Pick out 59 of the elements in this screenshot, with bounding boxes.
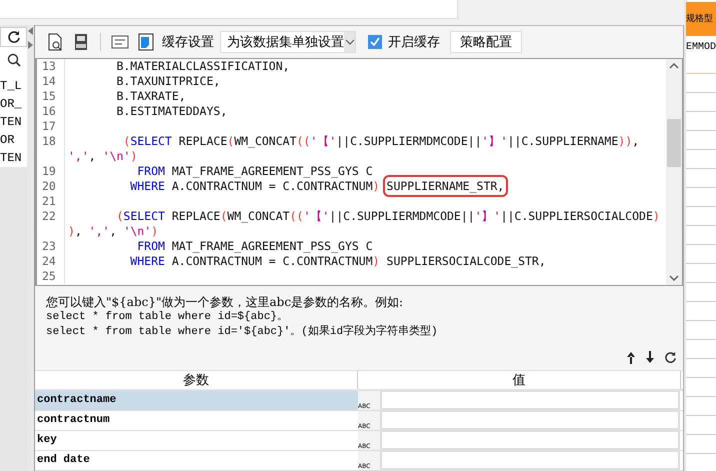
move-down-button[interactable] bbox=[645, 350, 655, 364]
list-item[interactable]: TEN bbox=[0, 149, 27, 167]
scrollbar[interactable] bbox=[666, 58, 682, 286]
caret-icon bbox=[344, 38, 354, 45]
example-text: select * from table where id=${abc}。 bbox=[46, 310, 290, 326]
line-number: 16 bbox=[37, 104, 65, 119]
code-editor[interactable] bbox=[35, 58, 683, 286]
code-line: ',', '\n') bbox=[67, 148, 138, 164]
help-text: 您可以键入"${abc}"做为一个参数，这里abc是参数的名称。例如: bbox=[46, 295, 404, 310]
cache-settings-label: 缓存设置 bbox=[162, 34, 214, 51]
line-number: 24 bbox=[37, 254, 65, 269]
code-line: B.MATERIALCLASSIFICATION, bbox=[115, 58, 290, 74]
cache-mode-dropdown[interactable]: 为该数据集单独设置 bbox=[220, 30, 356, 53]
line-number: 18 bbox=[37, 134, 65, 149]
cache-checkbox[interactable] bbox=[368, 34, 382, 49]
refresh-icon bbox=[6, 30, 20, 44]
document-icon[interactable] bbox=[136, 32, 156, 52]
line-number: 15 bbox=[37, 88, 65, 104]
value-field[interactable] bbox=[380, 431, 680, 450]
column-header: 值 bbox=[358, 371, 681, 389]
strategy-config-button[interactable]: 策略配置 bbox=[450, 30, 522, 53]
value-field[interactable] bbox=[380, 411, 680, 430]
code-line: WHERE A.CONTRACTNUM = C.CONTRACTNUM) SUPPLIERSOCIALCODE_STR, bbox=[129, 254, 546, 269]
line-number: 13 bbox=[37, 58, 65, 74]
scroll-up-icon[interactable] bbox=[669, 62, 679, 69]
code-line: FROM MAT_FRAME_AGREEMENT_PSS_GYS C bbox=[136, 238, 373, 254]
line-number: 22 bbox=[37, 208, 65, 224]
example-text: select * from table where id='${abc}'。(如果id字段为字符串类型) bbox=[46, 325, 439, 340]
move-up-button[interactable] bbox=[626, 350, 636, 364]
code-line: ), ',', '\n') bbox=[67, 224, 158, 239]
code-line: (SELECT REPLACE(WM_CONCAT(('【'||C.SUPPLIERMDMCODE||'】'||C.SUPPLIERNAME)), bbox=[122, 134, 640, 149]
line-number: 14 bbox=[37, 74, 65, 89]
value-field[interactable] bbox=[380, 451, 680, 470]
code-line: (SELECT REPLACE(WM_CONCAT(('【'||C.SUPPLIERMDMCODE||'】'||C.SUPPLIERSOCIALCODE) bbox=[115, 208, 660, 224]
column-header: 规格型 bbox=[686, 2, 716, 36]
column-header: 参数 bbox=[35, 371, 358, 389]
code-line: B.TAXUNITPRICE, bbox=[115, 74, 220, 89]
value-field[interactable] bbox=[380, 391, 680, 410]
list-item[interactable]: TEN bbox=[0, 113, 27, 131]
line-number: 20 bbox=[37, 178, 65, 194]
line-number: 21 bbox=[37, 194, 65, 209]
code-line: B.TAXRATE, bbox=[115, 88, 186, 104]
parameter-name-cell[interactable]: contractname bbox=[35, 391, 358, 410]
line-number: 25 bbox=[37, 268, 65, 284]
scroll-down-icon[interactable] bbox=[669, 275, 679, 282]
line-number: 19 bbox=[37, 164, 65, 179]
scrollbar-thumb[interactable] bbox=[667, 118, 681, 167]
search-icon[interactable] bbox=[6, 53, 20, 67]
list-item[interactable]: T_L bbox=[0, 77, 27, 95]
list-item[interactable]: OR_ bbox=[0, 95, 27, 113]
list-item[interactable]: OR bbox=[0, 131, 27, 149]
code-line: B.ESTIMATEDDAYS, bbox=[115, 104, 228, 119]
search-field[interactable] bbox=[0, 0, 458, 19]
code-line: FROM MAT_FRAME_AGREEMENT_PSS_GYS C bbox=[136, 164, 373, 179]
line-number: 17 bbox=[37, 118, 65, 134]
table-cell: EMMOD bbox=[686, 36, 716, 74]
refresh-button[interactable] bbox=[664, 350, 677, 364]
cache-checkbox-label: 开启缓存 bbox=[388, 34, 440, 51]
line-number: 23 bbox=[37, 238, 65, 254]
